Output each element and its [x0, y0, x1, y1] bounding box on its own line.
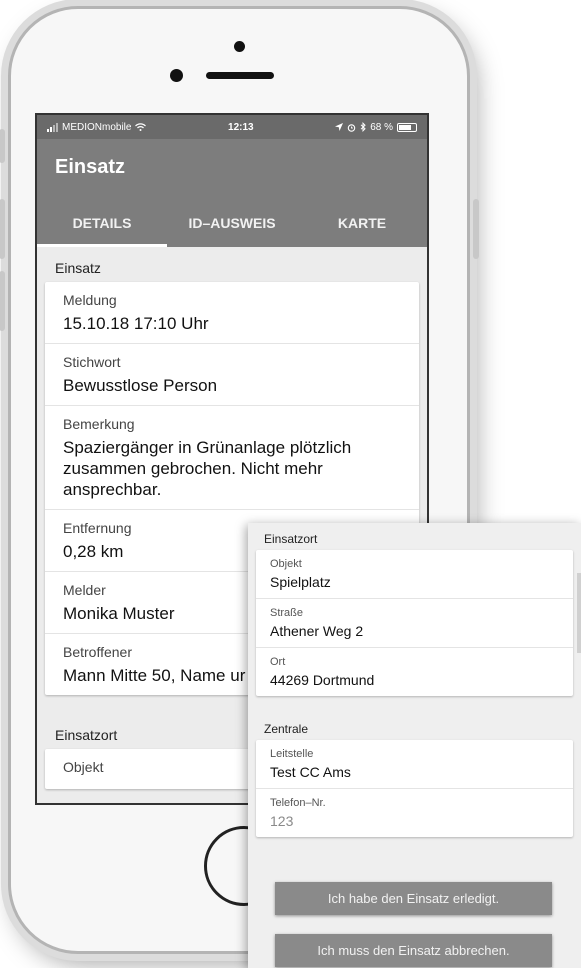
field-value: Test CC Ams	[270, 764, 351, 780]
tab-bar: DETAILS ID–AUSWEIS KARTE	[37, 199, 427, 247]
field-bemerkung: Bemerkung Spaziergänger in Grünanlage pl…	[45, 406, 419, 510]
field-label: Straße	[270, 607, 304, 619]
earpiece-speaker	[206, 72, 274, 79]
proximity-sensor	[170, 69, 183, 82]
field-meldung: Meldung 15.10.18 17:10 Uhr	[45, 282, 419, 344]
field-label: Leitstelle	[270, 748, 314, 760]
phone-number-link[interactable]: 123	[270, 813, 559, 830]
field-label: Stichwort	[63, 354, 121, 370]
section-title-zentrale: Zentrale	[264, 722, 309, 736]
field-value: 15.10.18 17:10 Uhr	[63, 314, 209, 333]
battery-icon	[397, 122, 417, 132]
einsatz-erledigt-button[interactable]: Ich habe den Einsatz erledigt.	[275, 882, 552, 915]
field-ort: Ort 44269 Dortmund	[256, 648, 573, 696]
app-bar: Einsatz DETAILS ID–AUSWEIS KARTE	[37, 139, 427, 247]
section-title-einsatzort: Einsatzort	[264, 532, 318, 546]
einsatz-abbrechen-button[interactable]: Ich muss den Einsatz abbrechen.	[275, 934, 552, 967]
field-value: 44269 Dortmund	[270, 672, 375, 688]
zentrale-card: Leitstelle Test CC Ams Telefon–Nr. 123	[256, 740, 573, 837]
tab-karte[interactable]: KARTE	[297, 199, 427, 247]
field-strasse: Straße Athener Weg 2	[256, 599, 573, 648]
field-label: Objekt	[270, 558, 302, 570]
field-objekt: Objekt Spielplatz	[256, 550, 573, 599]
battery-percent: 68 %	[370, 121, 393, 133]
wifi-icon	[135, 123, 147, 131]
field-label: Meldung	[63, 292, 117, 308]
field-telefon[interactable]: Telefon–Nr. 123	[256, 789, 573, 837]
page-title: Einsatz	[55, 156, 126, 178]
signal-icon	[47, 122, 58, 132]
location-icon	[335, 123, 344, 131]
field-value: Spaziergänger in Grünanlage plötzlich zu…	[63, 438, 352, 499]
volume-up-button	[0, 199, 5, 259]
scrollbar[interactable]	[577, 573, 581, 653]
field-value: Athener Weg 2	[270, 623, 364, 639]
bluetooth-icon	[360, 122, 366, 132]
power-button	[473, 199, 479, 259]
tab-id-ausweis[interactable]: ID–AUSWEIS	[167, 199, 297, 247]
field-leitstelle: Leitstelle Test CC Ams	[256, 740, 573, 789]
field-label: Bemerkung	[63, 416, 135, 432]
status-time: 12:13	[228, 121, 254, 133]
front-camera	[234, 41, 245, 52]
tab-details[interactable]: DETAILS	[37, 199, 167, 247]
section-title-einsatz: Einsatz	[55, 260, 101, 276]
field-stichwort: Stichwort Bewusstlose Person	[45, 344, 419, 406]
volume-down-button	[0, 271, 5, 331]
carrier-name: MEDIONmobile	[62, 121, 132, 133]
field-label: Telefon–Nr.	[270, 797, 326, 809]
alarm-icon	[347, 123, 356, 132]
detail-overlay-panel: Einsatzort Objekt Spielplatz Straße Athe…	[248, 523, 581, 968]
field-value: Spielplatz	[270, 574, 331, 590]
status-bar: MEDIONmobile 12:13 68 %	[37, 115, 427, 139]
field-value: Bewusstlose Person	[63, 376, 218, 395]
field-label: Ort	[270, 656, 286, 668]
einsatzort-card: Objekt Spielplatz Straße Athener Weg 2 O…	[256, 550, 573, 696]
mute-switch	[0, 129, 5, 163]
